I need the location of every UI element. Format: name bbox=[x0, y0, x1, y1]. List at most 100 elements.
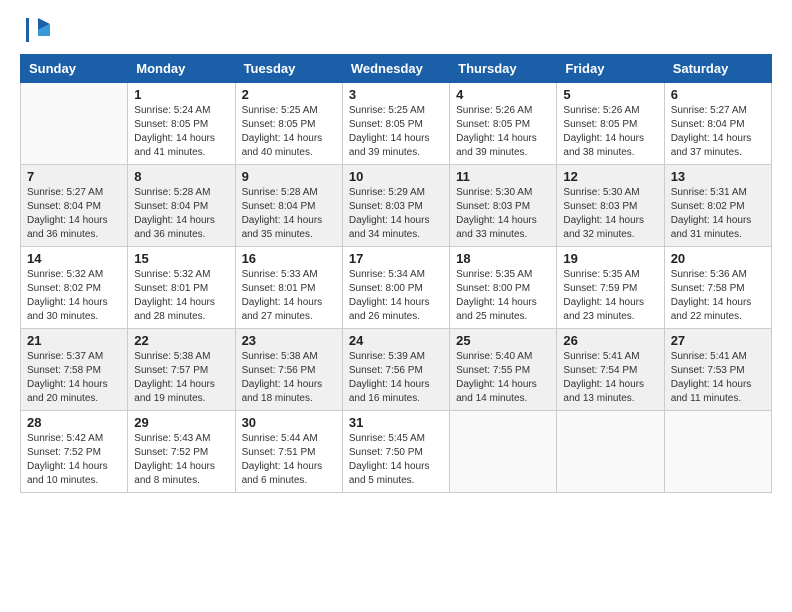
cell-info: Sunrise: 5:26 AM Sunset: 8:05 PM Dayligh… bbox=[563, 104, 657, 160]
calendar-cell: 1 Sunrise: 5:24 AM Sunset: 8:05 PM Daylig… bbox=[128, 83, 235, 165]
calendar-cell: 9 Sunrise: 5:28 AM Sunset: 8:04 PM Daylig… bbox=[235, 165, 342, 247]
calendar-cell: 13Sunrise: 5:31 AM Sunset: 8:02 PM Dayli… bbox=[664, 165, 771, 247]
day-number: 22 bbox=[134, 333, 228, 348]
calendar-cell bbox=[21, 83, 128, 165]
day-number: 16 bbox=[242, 251, 336, 266]
day-number: 6 bbox=[671, 87, 765, 102]
cell-info: Sunrise: 5:40 AM Sunset: 7:55 PM Dayligh… bbox=[456, 350, 550, 406]
cell-info: Sunrise: 5:35 AM Sunset: 8:00 PM Dayligh… bbox=[456, 268, 550, 324]
calendar-cell: 7Sunrise: 5:27 AM Sunset: 8:04 PM Daylig… bbox=[21, 165, 128, 247]
calendar-cell: 17Sunrise: 5:34 AM Sunset: 8:00 PM Dayli… bbox=[342, 247, 449, 329]
day-number: 2 bbox=[242, 87, 336, 102]
cell-info: Sunrise: 5:34 AM Sunset: 8:00 PM Dayligh… bbox=[349, 268, 443, 324]
weekday-header-monday: Monday bbox=[128, 55, 235, 83]
cell-info: Sunrise: 5:32 AM Sunset: 8:01 PM Dayligh… bbox=[134, 268, 228, 324]
weekday-header-wednesday: Wednesday bbox=[342, 55, 449, 83]
day-number: 25 bbox=[456, 333, 550, 348]
day-number: 13 bbox=[671, 169, 765, 184]
calendar-cell: 12 Sunrise: 5:30 AM Sunset: 8:03 PM Dayli… bbox=[557, 165, 664, 247]
calendar-cell: 10 Sunrise: 5:29 AM Sunset: 8:03 PM Dayli… bbox=[342, 165, 449, 247]
calendar-cell: 16 Sunrise: 5:33 AM Sunset: 8:01 PM Dayli… bbox=[235, 247, 342, 329]
day-number: 23 bbox=[242, 333, 336, 348]
week-row-2: 7Sunrise: 5:27 AM Sunset: 8:04 PM Daylig… bbox=[21, 165, 772, 247]
day-number: 18 bbox=[456, 251, 550, 266]
weekday-header-thursday: Thursday bbox=[450, 55, 557, 83]
calendar-cell: 11 Sunrise: 5:30 AM Sunset: 8:03 PM Dayli… bbox=[450, 165, 557, 247]
calendar-cell: 22 Sunrise: 5:38 AM Sunset: 7:57 PM Dayli… bbox=[128, 329, 235, 411]
calendar-cell: 8Sunrise: 5:28 AM Sunset: 8:04 PM Daylig… bbox=[128, 165, 235, 247]
calendar-cell: 15 Sunrise: 5:32 AM Sunset: 8:01 PM Dayli… bbox=[128, 247, 235, 329]
cell-info: Sunrise: 5:43 AM Sunset: 7:52 PM Dayligh… bbox=[134, 432, 228, 488]
day-number: 10 bbox=[349, 169, 443, 184]
day-number: 27 bbox=[671, 333, 765, 348]
cell-info: Sunrise: 5:38 AM Sunset: 7:56 PM Dayligh… bbox=[242, 350, 336, 406]
cell-info: Sunrise: 5:41 AM Sunset: 7:54 PM Dayligh… bbox=[563, 350, 657, 406]
calendar-cell: 29 Sunrise: 5:43 AM Sunset: 7:52 PM Dayli… bbox=[128, 411, 235, 493]
cell-info: Sunrise: 5:38 AM Sunset: 7:57 PM Dayligh… bbox=[134, 350, 228, 406]
day-number: 15 bbox=[134, 251, 228, 266]
calendar-cell bbox=[557, 411, 664, 493]
calendar-cell: 19Sunrise: 5:35 AM Sunset: 7:59 PM Dayli… bbox=[557, 247, 664, 329]
calendar-cell: 2 Sunrise: 5:25 AM Sunset: 8:05 PM Daylig… bbox=[235, 83, 342, 165]
calendar-cell: 4 Sunrise: 5:26 AM Sunset: 8:05 PM Daylig… bbox=[450, 83, 557, 165]
day-number: 24 bbox=[349, 333, 443, 348]
cell-info: Sunrise: 5:30 AM Sunset: 8:03 PM Dayligh… bbox=[563, 186, 657, 242]
calendar-cell bbox=[450, 411, 557, 493]
calendar-cell: 18 Sunrise: 5:35 AM Sunset: 8:00 PM Dayli… bbox=[450, 247, 557, 329]
calendar-cell: 26 Sunrise: 5:41 AM Sunset: 7:54 PM Dayli… bbox=[557, 329, 664, 411]
calendar-cell: 23 Sunrise: 5:38 AM Sunset: 7:56 PM Dayli… bbox=[235, 329, 342, 411]
cell-info: Sunrise: 5:32 AM Sunset: 8:02 PM Dayligh… bbox=[27, 268, 121, 324]
calendar-cell: 31 Sunrise: 5:45 AM Sunset: 7:50 PM Dayli… bbox=[342, 411, 449, 493]
cell-info: Sunrise: 5:29 AM Sunset: 8:03 PM Dayligh… bbox=[349, 186, 443, 242]
day-number: 14 bbox=[27, 251, 121, 266]
day-number: 9 bbox=[242, 169, 336, 184]
week-row-5: 28Sunrise: 5:42 AM Sunset: 7:52 PM Dayli… bbox=[21, 411, 772, 493]
day-number: 5 bbox=[563, 87, 657, 102]
week-row-4: 21 Sunrise: 5:37 AM Sunset: 7:58 PM Dayli… bbox=[21, 329, 772, 411]
logo bbox=[20, 16, 54, 44]
cell-info: Sunrise: 5:25 AM Sunset: 8:05 PM Dayligh… bbox=[349, 104, 443, 160]
weekday-header-friday: Friday bbox=[557, 55, 664, 83]
cell-info: Sunrise: 5:27 AM Sunset: 8:04 PM Dayligh… bbox=[671, 104, 765, 160]
cell-info: Sunrise: 5:41 AM Sunset: 7:53 PM Dayligh… bbox=[671, 350, 765, 406]
day-number: 4 bbox=[456, 87, 550, 102]
calendar-cell bbox=[664, 411, 771, 493]
calendar-cell: 6 Sunrise: 5:27 AM Sunset: 8:04 PM Daylig… bbox=[664, 83, 771, 165]
week-row-1: 1 Sunrise: 5:24 AM Sunset: 8:05 PM Daylig… bbox=[21, 83, 772, 165]
week-row-3: 14 Sunrise: 5:32 AM Sunset: 8:02 PM Dayli… bbox=[21, 247, 772, 329]
calendar-cell: 27 Sunrise: 5:41 AM Sunset: 7:53 PM Dayli… bbox=[664, 329, 771, 411]
calendar-cell: 20Sunrise: 5:36 AM Sunset: 7:58 PM Dayli… bbox=[664, 247, 771, 329]
day-number: 20 bbox=[671, 251, 765, 266]
weekday-header-sunday: Sunday bbox=[21, 55, 128, 83]
page: SundayMondayTuesdayWednesdayThursdayFrid… bbox=[0, 0, 792, 513]
day-number: 1 bbox=[134, 87, 228, 102]
weekday-header-row: SundayMondayTuesdayWednesdayThursdayFrid… bbox=[21, 55, 772, 83]
day-number: 26 bbox=[563, 333, 657, 348]
day-number: 8 bbox=[134, 169, 228, 184]
day-number: 11 bbox=[456, 169, 550, 184]
cell-info: Sunrise: 5:25 AM Sunset: 8:05 PM Dayligh… bbox=[242, 104, 336, 160]
day-number: 30 bbox=[242, 415, 336, 430]
day-number: 12 bbox=[563, 169, 657, 184]
cell-info: Sunrise: 5:26 AM Sunset: 8:05 PM Dayligh… bbox=[456, 104, 550, 160]
cell-info: Sunrise: 5:33 AM Sunset: 8:01 PM Dayligh… bbox=[242, 268, 336, 324]
calendar-cell: 21 Sunrise: 5:37 AM Sunset: 7:58 PM Dayli… bbox=[21, 329, 128, 411]
calendar-cell: 25 Sunrise: 5:40 AM Sunset: 7:55 PM Dayli… bbox=[450, 329, 557, 411]
cell-info: Sunrise: 5:44 AM Sunset: 7:51 PM Dayligh… bbox=[242, 432, 336, 488]
cell-info: Sunrise: 5:28 AM Sunset: 8:04 PM Dayligh… bbox=[242, 186, 336, 242]
calendar-cell: 5 Sunrise: 5:26 AM Sunset: 8:05 PM Daylig… bbox=[557, 83, 664, 165]
day-number: 3 bbox=[349, 87, 443, 102]
cell-info: Sunrise: 5:24 AM Sunset: 8:05 PM Dayligh… bbox=[134, 104, 228, 160]
weekday-header-saturday: Saturday bbox=[664, 55, 771, 83]
cell-info: Sunrise: 5:30 AM Sunset: 8:03 PM Dayligh… bbox=[456, 186, 550, 242]
cell-info: Sunrise: 5:37 AM Sunset: 7:58 PM Dayligh… bbox=[27, 350, 121, 406]
cell-info: Sunrise: 5:42 AM Sunset: 7:52 PM Dayligh… bbox=[27, 432, 121, 488]
day-number: 29 bbox=[134, 415, 228, 430]
calendar-cell: 24Sunrise: 5:39 AM Sunset: 7:56 PM Dayli… bbox=[342, 329, 449, 411]
logo-area bbox=[20, 16, 54, 44]
cell-info: Sunrise: 5:27 AM Sunset: 8:04 PM Dayligh… bbox=[27, 186, 121, 242]
day-number: 21 bbox=[27, 333, 121, 348]
cell-info: Sunrise: 5:45 AM Sunset: 7:50 PM Dayligh… bbox=[349, 432, 443, 488]
calendar-cell: 14 Sunrise: 5:32 AM Sunset: 8:02 PM Dayli… bbox=[21, 247, 128, 329]
day-number: 31 bbox=[349, 415, 443, 430]
